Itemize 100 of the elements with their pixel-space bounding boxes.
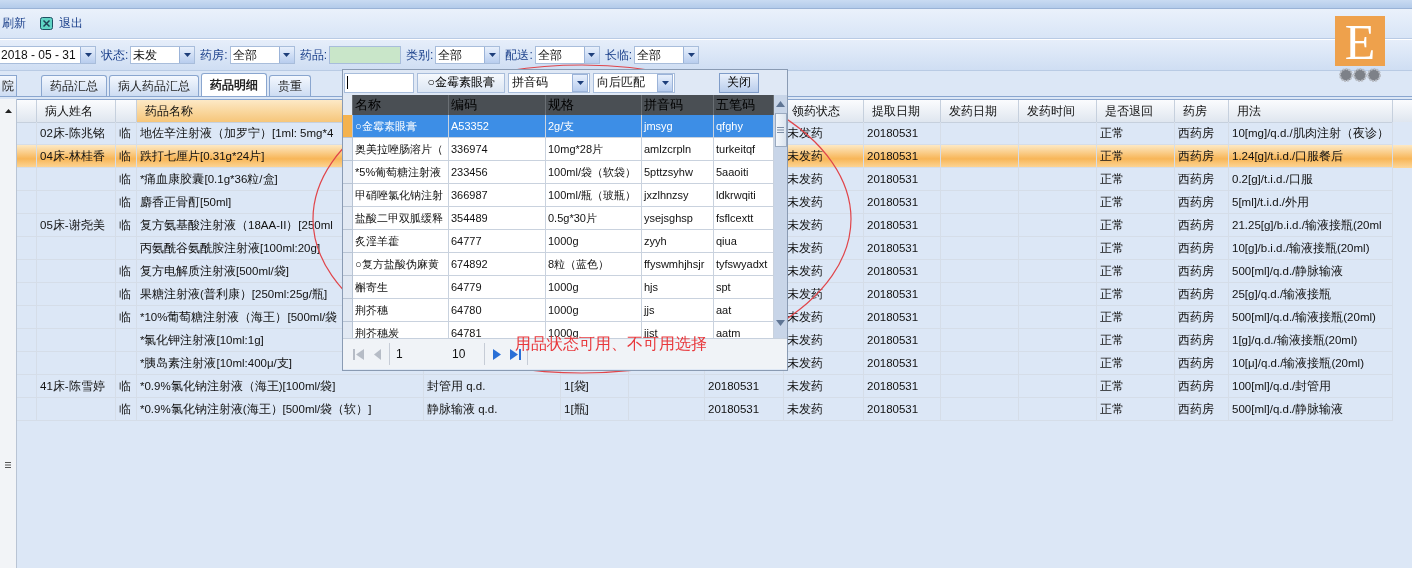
table-cell: 临 (119, 288, 131, 300)
table-cell: 西药房 (1178, 219, 1214, 231)
table-cell: 未发药 (787, 196, 823, 208)
page-number: 1 (396, 347, 404, 361)
table-cell: 64777 (451, 235, 482, 247)
page-count: 10 (452, 347, 467, 361)
table-cell: 正常 (1100, 127, 1124, 139)
table-cell: 5[ml]/t.i.d./外用 (1232, 196, 1310, 208)
table-cell: 未发药 (787, 380, 823, 392)
table-cell: 100[ml]/q.d./封管用 (1232, 380, 1332, 392)
table-cell: 复方电解质注射液[500ml/袋] (140, 265, 289, 277)
table-cell: 西药房 (1178, 311, 1214, 323)
table-cell: turkeitqf (716, 143, 756, 155)
table-cell: 20180531 (708, 380, 760, 392)
table-cell: 20180531 (867, 265, 919, 277)
table-cell: fsflcextt (716, 212, 754, 224)
table-cell: *5%葡萄糖注射液 (355, 166, 442, 178)
table-cell: aat (716, 304, 732, 316)
table-cell: 临 (119, 380, 131, 392)
table-cell: 0.2[g]/t.i.d./口服 (1232, 173, 1313, 185)
table-cell: 西药房 (1178, 334, 1214, 346)
table-cell: 临 (119, 173, 131, 185)
table-cell: *氯化钾注射液[10ml:1g] (140, 334, 264, 346)
table-cell: 1[瓶] (564, 403, 589, 415)
table-cell: 正常 (1100, 150, 1124, 162)
table-cell: ldkrwqiti (716, 189, 756, 201)
filter-label: 类别: (406, 46, 434, 64)
table-cell: 10[g]/b.i.d./输液接瓶(20ml) (1232, 242, 1370, 254)
table-cell: 未发药 (787, 242, 823, 254)
table-cell: 西药房 (1178, 357, 1214, 369)
table-cell: 2g/支 (548, 120, 575, 132)
table-cell: *10%葡萄糖注射液（海王）[500ml/袋 (140, 311, 338, 323)
table-cell: 临 (119, 403, 131, 415)
table-cell: 未发药 (787, 334, 823, 346)
table-cell: jxzlhnzsy (644, 189, 689, 201)
table-cell: aatm (716, 327, 741, 338)
filter-label: 状态: (101, 46, 129, 64)
table-cell: 20180531 (867, 150, 919, 162)
table-cell: ffyswmhjhsjr (644, 258, 705, 270)
table-cell: 西药房 (1178, 265, 1214, 277)
table-cell: qfghy (716, 120, 743, 132)
table-cell: 20180531 (867, 357, 919, 369)
table-cell: 正常 (1100, 311, 1124, 323)
table-cell: 未发药 (787, 219, 823, 231)
table-cell: ○金霉素眼膏 (355, 120, 417, 132)
table-cell: 未发药 (787, 403, 823, 415)
table-cell: 临 (119, 196, 131, 208)
table-cell: 233456 (451, 166, 488, 178)
table-cell: 正常 (1100, 334, 1124, 346)
table-cell: 5pttzsyhw (644, 166, 693, 178)
table-cell: 西药房 (1178, 127, 1214, 139)
table-cell: 04床-林桂香 (40, 150, 105, 162)
table-cell: 西药房 (1178, 150, 1214, 162)
table-cell: 8粒（蓝色） (548, 258, 610, 270)
table-cell: 正常 (1100, 288, 1124, 300)
table-cell: hjs (644, 281, 659, 293)
table-cell: qiua (716, 235, 737, 247)
table-cell: 果糖注射液(普利康）[250ml:25g/瓶] (140, 288, 328, 300)
table-cell: 麝香正骨酊[50ml] (140, 196, 232, 208)
table-cell: 西药房 (1178, 173, 1214, 185)
table-cell: 10[mg]/q.d./肌肉注射（夜诊） (1232, 127, 1389, 139)
table-cell: 未发药 (787, 150, 823, 162)
table-cell: 甲硝唑氯化钠注射 (355, 189, 443, 201)
table-cell: 02床-陈兆铭 (40, 127, 105, 139)
table-cell: 20180531 (867, 242, 919, 254)
table-cell: 64779 (451, 281, 482, 293)
table-cell: 500[ml]/q.d./输液接瓶(20ml) (1232, 311, 1376, 323)
table-cell: 荆芥穗炭 (355, 327, 399, 338)
table-cell: 674892 (451, 258, 488, 270)
table-cell: 1000g (548, 235, 579, 247)
table-cell: 临 (119, 219, 131, 231)
table-cell: 20180531 (867, 380, 919, 392)
table-cell: 20180531 (867, 127, 919, 139)
table-cell: 封管用 q.d. (427, 380, 486, 392)
table-cell: 64780 (451, 304, 482, 316)
table-cell: 未发药 (787, 311, 823, 323)
table-cell: 炙淫羊藿 (355, 235, 399, 247)
table-cell: 366987 (451, 189, 488, 201)
table-cell: 336974 (451, 143, 488, 155)
table-cell: ysejsghsp (644, 212, 693, 224)
table-cell: jjs (644, 304, 655, 316)
table-cell: 64781 (451, 327, 482, 338)
table-cell: 荆芥穗 (355, 304, 388, 316)
table-cell: 1[袋] (564, 380, 589, 392)
table-cell: 西药房 (1178, 403, 1214, 415)
table-cell: 1.24[g]/t.i.d./口服餐后 (1232, 150, 1344, 162)
table-cell: 1[g]/q.d./输液接瓶(20ml) (1232, 334, 1358, 346)
logo: E (1335, 16, 1385, 66)
table-cell: jmsyg (644, 120, 673, 132)
table-cell: 槲寄生 (355, 281, 388, 293)
table-cell: 静脉输液 q.d. (427, 403, 498, 415)
table-cell: 100ml/袋（软袋） (548, 166, 637, 178)
table-cell: 奥美拉唑肠溶片（ (355, 143, 443, 155)
table-cell: 丙氨酰谷氨酰胺注射液[100ml:20g] (140, 242, 321, 254)
table-cell: 05床-谢尧美 (40, 219, 105, 231)
table-cell: 20180531 (867, 288, 919, 300)
filter-label: 药房: (200, 46, 228, 64)
table-cell: 地佐辛注射液（加罗宁）[1ml: 5mg*4 (140, 127, 334, 139)
table-cell: 20180531 (867, 219, 919, 231)
filter-label: 长临: (604, 46, 633, 64)
